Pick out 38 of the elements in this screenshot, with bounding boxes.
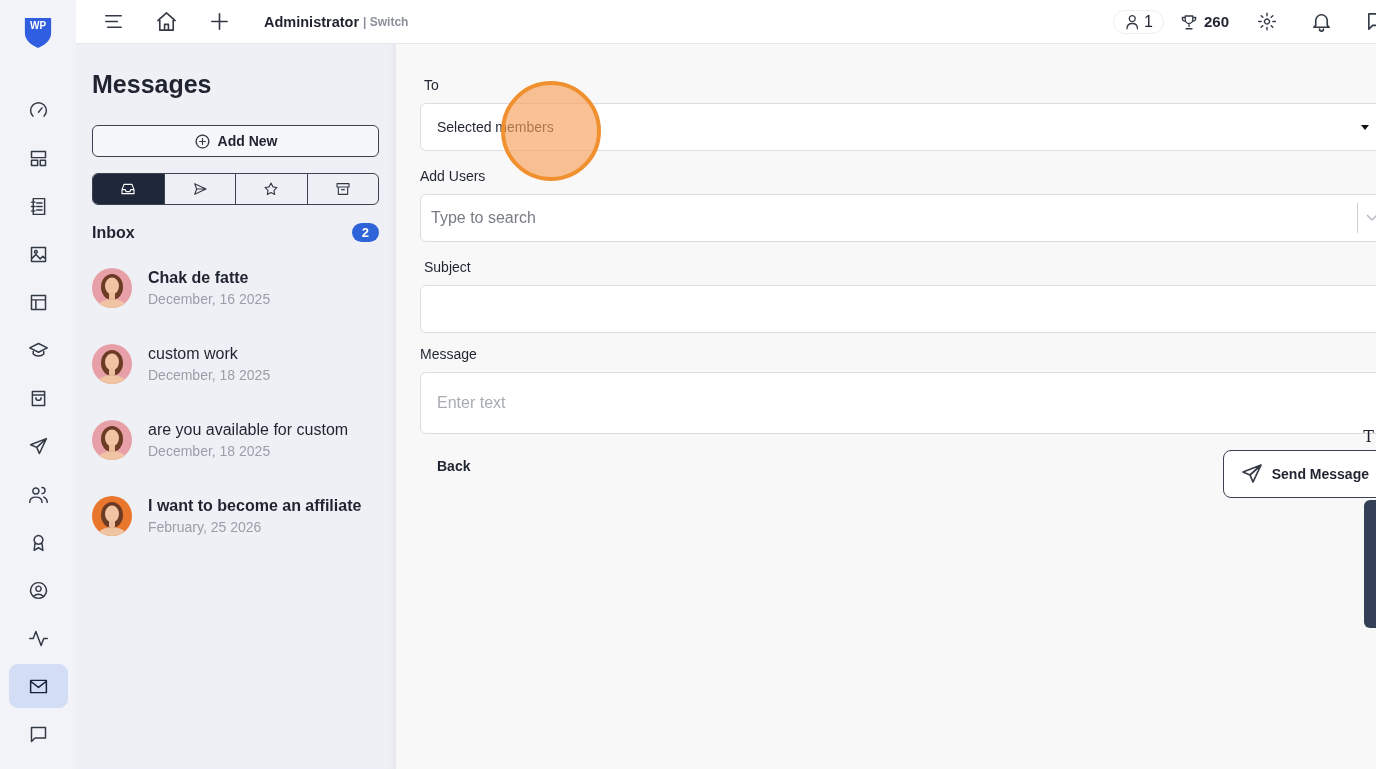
- field-label: Subject: [424, 259, 472, 275]
- subject-field[interactable]: [420, 285, 1376, 333]
- points-badge[interactable]: 260: [1179, 12, 1229, 31]
- thread-subject[interactable]: are you available for custom: [148, 421, 349, 439]
- paper-plane-icon: [1239, 462, 1264, 486]
- user-search-field[interactable]: Type to search: [420, 194, 1376, 242]
- chevron-icon: [1366, 214, 1376, 222]
- field-label: Add Users: [420, 168, 487, 184]
- star-icon: [263, 181, 280, 197]
- nav-item[interactable]: [8, 664, 68, 708]
- thread-date: February, 25 2026: [148, 519, 263, 535]
- home-icon[interactable]: [155, 10, 178, 33]
- user-role: Administrator: [264, 13, 360, 30]
- thread-date: December, 16 2025: [148, 291, 271, 307]
- recipient-select[interactable]: Selected members: [420, 103, 1376, 151]
- folder-title: Inbox: [92, 223, 135, 242]
- field-label: Message: [420, 346, 478, 362]
- send-message-button[interactable]: Send Message: [1222, 450, 1376, 498]
- unread-count: 2: [351, 223, 379, 242]
- caret-icon: [1361, 124, 1369, 130]
- thread-subject[interactable]: custom work: [148, 345, 271, 363]
- sun-icon[interactable]: [1257, 10, 1277, 33]
- paper-plane-icon: [27, 435, 49, 457]
- folder-tab[interactable]: [93, 174, 164, 204]
- thread-date: December, 18 2025: [148, 367, 271, 383]
- thread-subject[interactable]: I want to become an affiliate: [148, 497, 362, 515]
- panel-title: Messages: [92, 70, 213, 99]
- thread-subject[interactable]: Chak de fatte: [148, 269, 271, 287]
- inbox-icon: [120, 181, 137, 197]
- field-label: To: [424, 77, 440, 93]
- add-new-button[interactable]: Add New: [92, 125, 379, 157]
- users-count-badge[interactable]: 1: [1113, 9, 1164, 34]
- thread-date: December, 18 2025: [148, 443, 272, 459]
- logo-icon[interactable]: WP: [23, 15, 53, 49]
- paper-plane-icon: [191, 181, 208, 197]
- archive-icon: [334, 181, 351, 197]
- back-button[interactable]: Back: [420, 458, 488, 474]
- plus-icon[interactable]: [208, 10, 231, 33]
